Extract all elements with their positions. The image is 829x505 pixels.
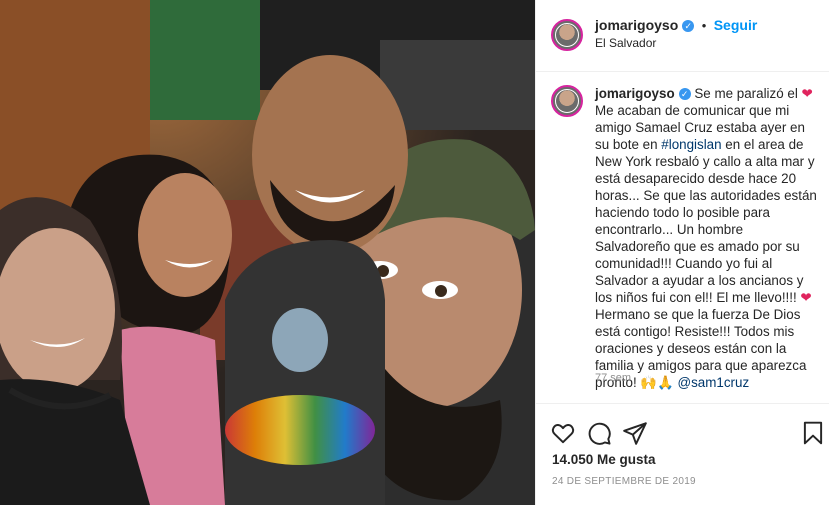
heart-emoji: ❤ bbox=[800, 290, 812, 305]
like-icon[interactable] bbox=[550, 420, 576, 446]
author-avatar[interactable] bbox=[551, 19, 583, 51]
post-photo-image bbox=[0, 0, 535, 505]
post-sidebar: jomarigoyso ✓ • Seguir El Salvador jomari… bbox=[535, 0, 829, 505]
mention-link[interactable]: @sam1cruz bbox=[678, 375, 750, 390]
verified-icon: ✓ bbox=[678, 88, 691, 100]
action-bar: 14.050 Me gusta 24 DE SEPTIEMBRE DE 2019 bbox=[536, 403, 829, 505]
hashtag-link[interactable]: #longislan bbox=[661, 137, 721, 152]
verified-icon: ✓ bbox=[682, 20, 695, 32]
caption-username[interactable]: jomarigoyso bbox=[595, 86, 675, 101]
like-count[interactable]: 14.050 Me gusta bbox=[552, 452, 656, 467]
post-caption: jomarigoyso ✓ Se me paralizó el ❤ Me acab… bbox=[595, 85, 817, 391]
post-photo[interactable] bbox=[0, 0, 535, 505]
follow-button[interactable]: Seguir bbox=[714, 17, 758, 33]
caption-text-2: en el area de New York resbaló y callo a… bbox=[595, 137, 817, 305]
author-username[interactable]: jomarigoyso bbox=[595, 17, 678, 33]
caption-author-avatar[interactable] bbox=[551, 85, 583, 117]
separator-dot: • bbox=[701, 18, 707, 33]
post-age[interactable]: 77 sem bbox=[595, 372, 631, 384]
heart-emoji: ❤ bbox=[801, 86, 813, 101]
header-user-line: jomarigoyso ✓ • Seguir bbox=[595, 17, 757, 35]
share-icon[interactable] bbox=[622, 420, 648, 446]
save-icon[interactable] bbox=[800, 420, 826, 446]
comments-area[interactable]: jomarigoyso ✓ Se me paralizó el ❤ Me acab… bbox=[536, 72, 829, 400]
caption-intro: Se me paralizó el bbox=[690, 86, 802, 101]
comment-icon[interactable] bbox=[586, 420, 612, 446]
post-location[interactable]: El Salvador bbox=[595, 36, 656, 50]
caption-emoji: 🙌🙏 bbox=[640, 375, 674, 390]
post-header: jomarigoyso ✓ • Seguir El Salvador bbox=[536, 0, 829, 72]
post-date[interactable]: 24 DE SEPTIEMBRE DE 2019 bbox=[552, 476, 696, 487]
